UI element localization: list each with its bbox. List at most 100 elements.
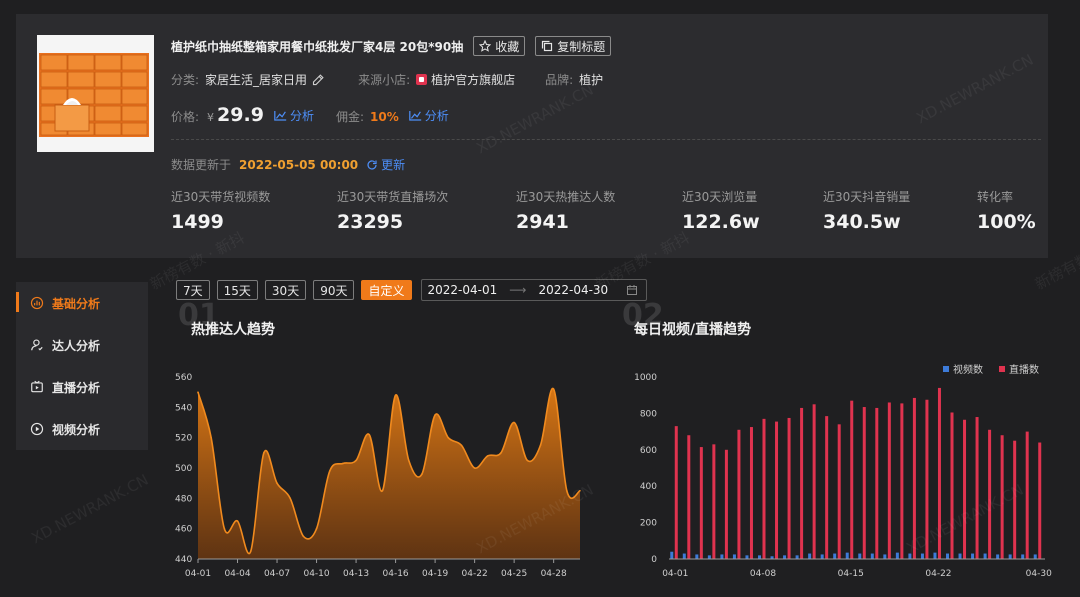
data-point [342,462,344,465]
stat-live-count: 近30天带货直播场次 23295 [337,188,448,233]
y-tick-label: 480 [175,494,192,504]
bar-live [825,416,829,559]
bar-video [845,552,849,559]
refresh-button[interactable]: 更新 [366,156,405,173]
x-tick-label: 04-01 [185,569,211,579]
range-custom-button[interactable]: 自定义 [361,280,412,300]
legend-label: 直播数 [1009,363,1039,376]
menu-item-live-analysis[interactable]: 直播分析 [16,366,148,408]
data-point [236,520,239,522]
price-label: 价格: [171,110,200,124]
price-currency: ¥ [207,111,215,124]
bar-live [975,417,979,559]
data-point [381,489,384,492]
bar-live [737,429,741,559]
data-point [263,452,265,454]
bar-live [812,404,816,559]
data-point [486,455,489,457]
data-point [197,391,199,393]
refresh-icon [367,159,377,170]
price-analyze-link[interactable]: 分析 [274,107,314,124]
y-tick-label: 800 [640,409,657,419]
calendar-icon[interactable] [626,284,638,296]
collect-button[interactable]: 收藏 [473,36,526,56]
bar-live [1013,440,1017,559]
bar-live [875,407,879,559]
bar-video [933,552,937,559]
edit-icon[interactable] [311,72,326,87]
data-point [223,527,226,530]
product-image[interactable] [37,35,154,152]
area-fill [198,388,580,559]
range-15-days-button[interactable]: 15天 [216,280,258,300]
data-point [447,436,450,439]
bar-video [695,554,699,559]
stat-label: 近30天带货视频数 [171,190,271,204]
data-point [421,473,423,475]
data-point [407,459,410,462]
bar-video [707,555,711,559]
data-point [513,421,515,424]
watermark: XD.NEWRANK.CN [28,470,152,548]
end-date[interactable]: 2022-04-30 [538,283,608,297]
bar-live [950,412,954,559]
bar-live [712,444,716,559]
x-tick-label: 04-10 [303,569,329,579]
copy-title-button[interactable]: 复制标题 [535,36,612,56]
stat-label: 近30天带货直播场次 [337,190,449,204]
user-icon [31,339,43,351]
bar-live [850,400,854,559]
data-point [579,489,581,492]
x-tick-label: 04-22 [462,569,488,579]
y-tick-label: 200 [640,519,657,529]
bar-live [1025,431,1029,559]
bar-live [912,397,916,559]
bar-video [795,555,799,559]
range-90-days-button[interactable]: 90天 [313,280,355,300]
commission-analyze-link[interactable]: 分析 [408,107,449,124]
bar-video [758,555,761,559]
bar-video [720,554,724,559]
bar-video [1033,554,1037,559]
menu-item-video-analysis[interactable]: 视频分析 [16,408,148,450]
brand-value: 植护 [579,73,604,87]
range-arrow: ⟶ [509,283,527,297]
stats-row: 近30天带货视频数 1499 近30天带货直播场次 23295 近30天热推达人… [171,188,1051,238]
update-time: 2022-05-05 00:00 [239,157,359,172]
y-tick-label: 440 [175,555,192,565]
product-card: 植护纸巾抽纸整箱家用餐巾纸批发厂家4层 20包*90抽 收藏 复制标题 分类: … [16,14,1048,258]
bar-live [900,403,904,559]
range-7-days-button[interactable]: 7天 [176,280,210,300]
bar-live [862,407,866,559]
y-tick-label: 460 [175,525,192,535]
y-tick-label: 560 [175,373,192,383]
bar-live [1000,435,1004,559]
data-point [368,433,371,436]
bar-live [837,424,841,559]
shop-link[interactable]: 植护官方旗舰店 [431,71,515,88]
data-point [539,444,542,447]
menu-item-influencer-analysis[interactable]: 达人分析 [16,324,148,366]
date-range-picker[interactable]: 2022-04-01 ⟶ 2022-04-30 [420,279,647,301]
bar-video [870,553,874,559]
x-tick-label: 04-15 [838,569,864,579]
y-tick-label: 1000 [634,373,657,383]
y-tick-label: 600 [640,446,657,456]
start-date[interactable]: 2022-04-01 [428,283,498,297]
bar-live [724,449,728,559]
data-point [328,470,331,472]
stat-video-count: 近30天带货视频数 1499 [171,188,270,233]
menu-item-basic-analysis[interactable]: 基础分析 [16,282,148,324]
commission-analyze-label: 分析 [424,109,449,123]
data-point [552,388,555,390]
data-point [289,497,292,500]
x-tick-label: 04-16 [383,569,409,579]
x-tick-label: 04-30 [1026,569,1052,579]
stat-sales: 近30天抖音销量 340.5w [823,188,910,233]
range-30-days-button[interactable]: 30天 [264,280,307,300]
bar-live [988,429,992,559]
y-tick-label: 0 [651,555,657,565]
bar-video [920,553,924,559]
date-range-toolbar: 7天 15天 30天 90天 自定义 2022-04-01 ⟶ 2022-04-… [176,279,647,301]
menu-label: 达人分析 [52,338,101,353]
